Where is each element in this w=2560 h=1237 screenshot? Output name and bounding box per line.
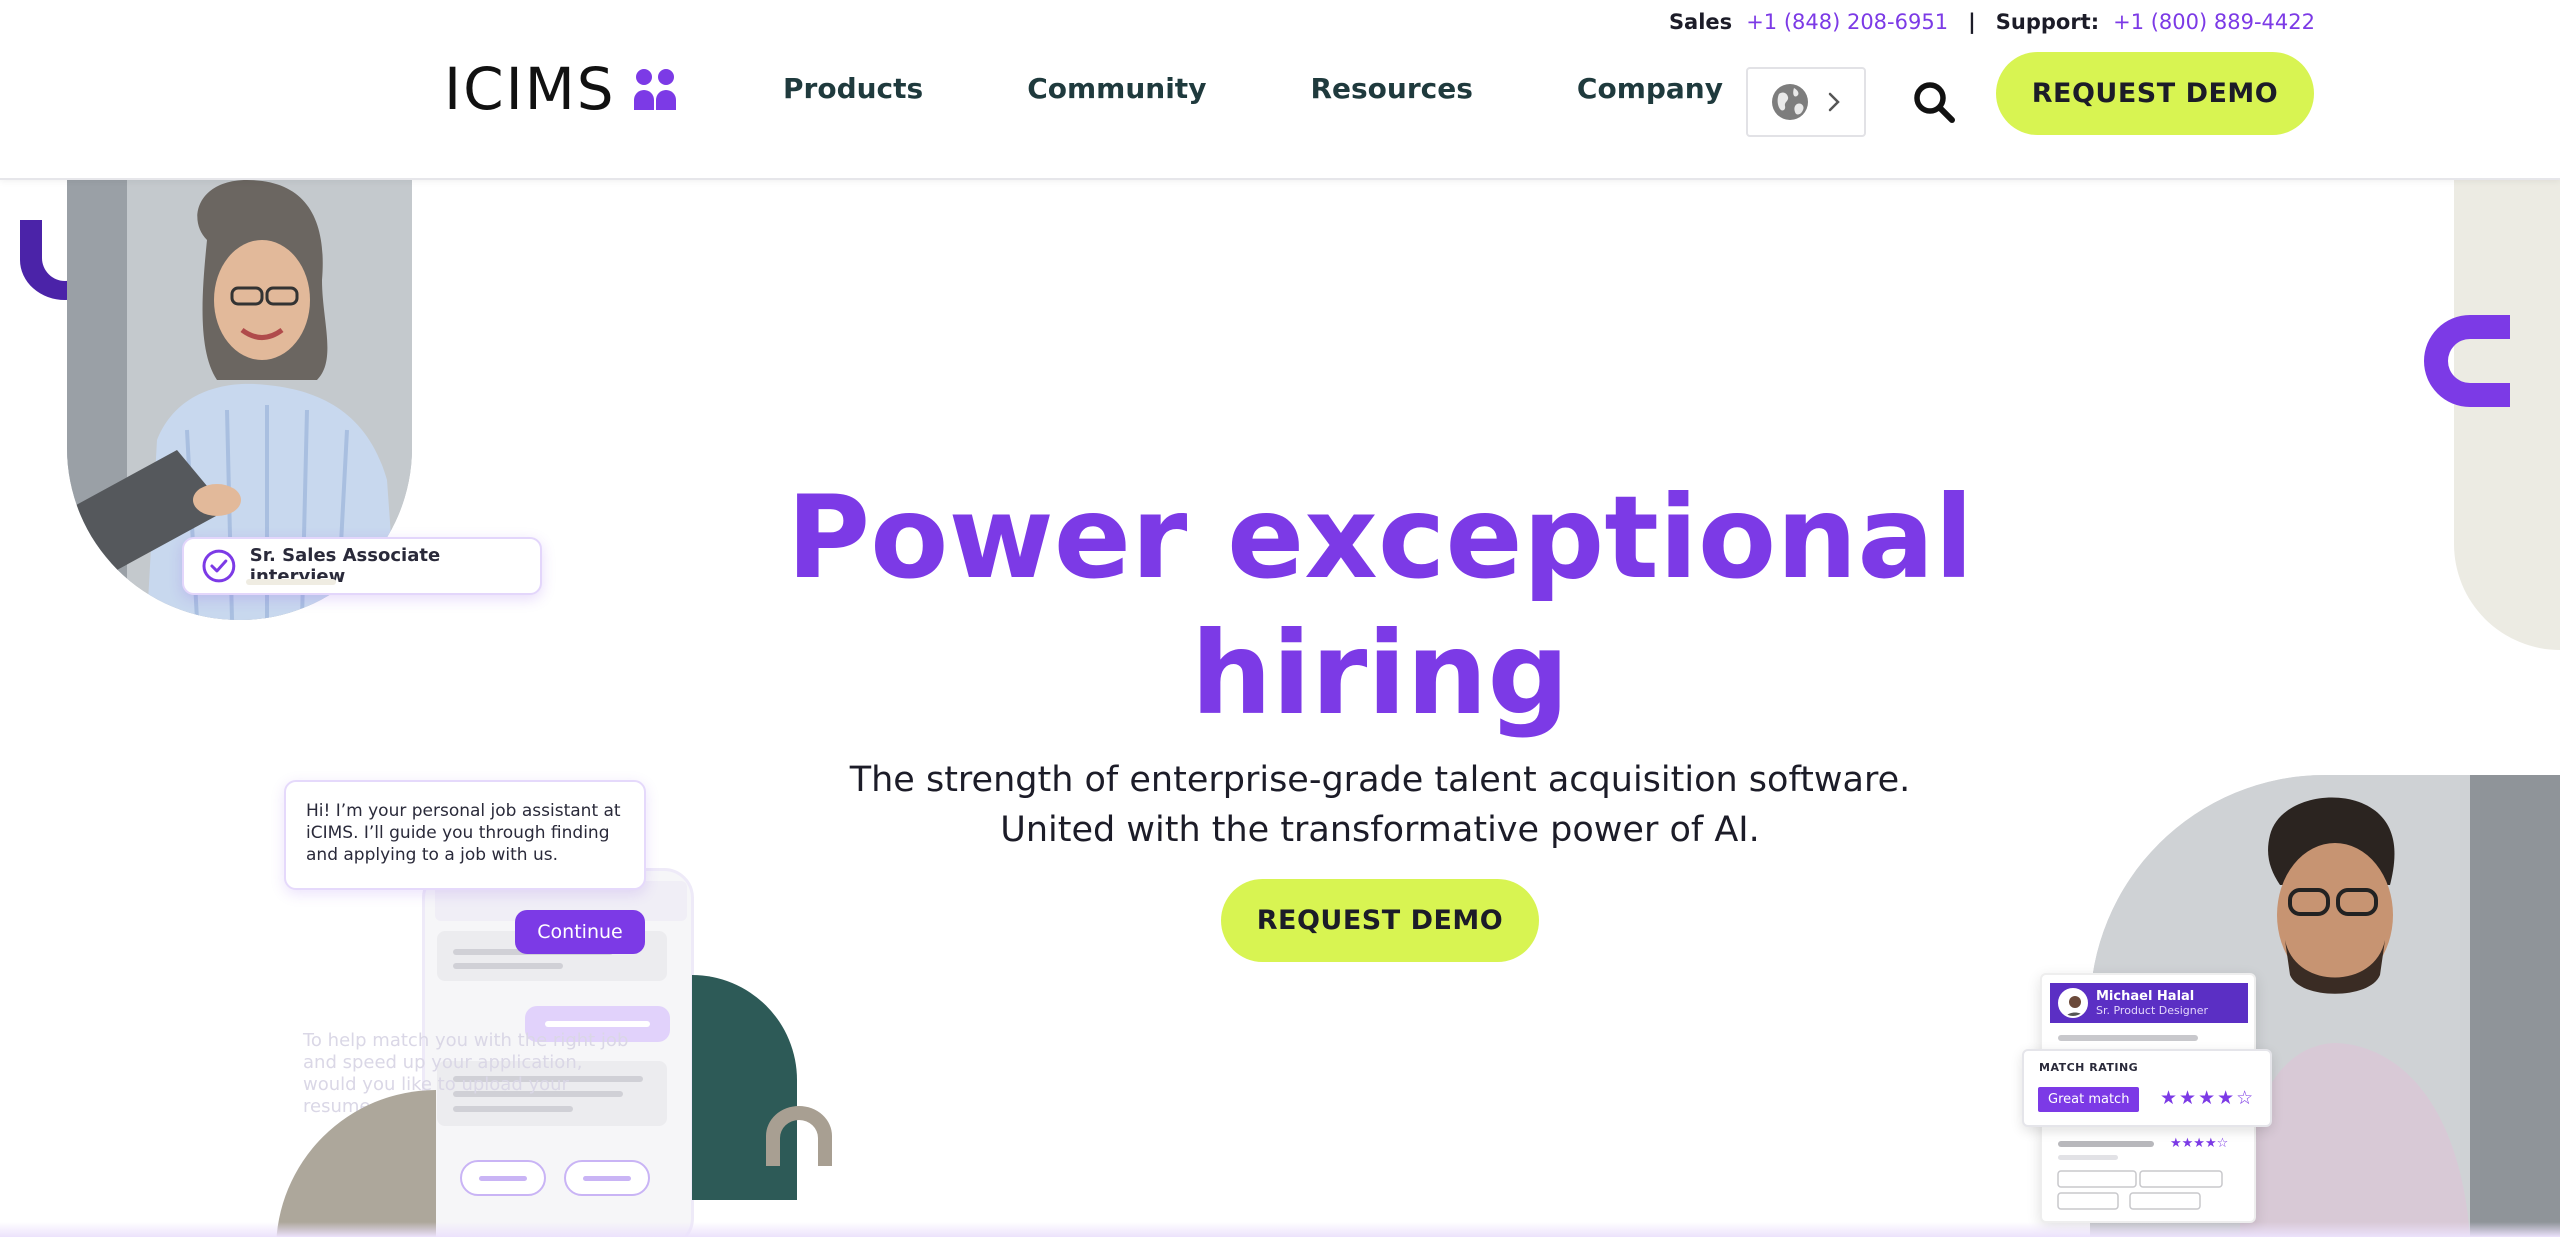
contact-separator: | bbox=[1968, 10, 1976, 34]
hero-title: Power exceptional hiring bbox=[680, 470, 2080, 742]
tan-arch-shape bbox=[276, 1090, 436, 1237]
sales-label: Sales bbox=[1668, 10, 1733, 34]
nav-community[interactable]: Community bbox=[1027, 72, 1206, 105]
request-demo-hero-button[interactable]: REQUEST DEMO bbox=[1221, 879, 1539, 962]
chevron-right-icon bbox=[1828, 92, 1840, 112]
support-label: Support: bbox=[1995, 10, 2100, 34]
beige-rounded-block bbox=[2454, 180, 2560, 650]
match-rating-card: MATCH RATING Great match ★★★★☆ bbox=[2022, 1049, 2272, 1127]
support-phone-link[interactable]: +1 (800) 889-4422 bbox=[2113, 10, 2315, 34]
profile-name: Michael Halal bbox=[2096, 989, 2195, 1004]
faded-chat-message: To help match you with the right job and… bbox=[303, 1030, 629, 1117]
match-stars: ★★★★☆ bbox=[2160, 1087, 2256, 1109]
site-header: Sales +1 (848) 208-6951 | Support: +1 (8… bbox=[0, 0, 2560, 180]
logo-wordmark: ICIMS bbox=[444, 55, 616, 123]
icims-logo[interactable]: ICIMS bbox=[444, 60, 678, 118]
interview-card: Sr. Sales Associate interview bbox=[182, 537, 542, 595]
people-logo-icon bbox=[633, 69, 676, 110]
main-nav: Products Community Resources Company bbox=[783, 72, 1723, 105]
avatar bbox=[2058, 988, 2088, 1018]
request-demo-header-button[interactable]: REQUEST DEMO bbox=[1996, 52, 2314, 135]
hero-subtitle: The strength of enterprise-grade talent … bbox=[680, 755, 2080, 855]
hero-title-line1: Power exceptional bbox=[786, 471, 1974, 604]
chat-assistant-bubble: Hi! I’m your personal job assistant at i… bbox=[284, 780, 646, 890]
hero-title-line2: hiring bbox=[1190, 607, 1570, 740]
sales-phone-link[interactable]: +1 (848) 208-6951 bbox=[1746, 10, 1948, 34]
profile-role: Sr. Product Designer bbox=[2096, 1004, 2209, 1017]
check-circle-icon bbox=[202, 549, 236, 583]
language-selector[interactable] bbox=[1746, 67, 1866, 137]
interview-card-bar bbox=[246, 579, 336, 585]
teal-arch-shape bbox=[692, 975, 797, 1200]
globe-icon bbox=[1772, 84, 1808, 120]
c-letter-shape bbox=[2424, 315, 2510, 407]
continue-button[interactable]: Continue bbox=[515, 910, 645, 954]
svg-text:★★★★☆: ★★★★☆ bbox=[2170, 1136, 2228, 1151]
tan-n-shape bbox=[766, 1106, 832, 1166]
hero-subtitle-line1: The strength of enterprise-grade talent … bbox=[849, 760, 1911, 800]
contact-bar: Sales +1 (848) 208-6951 | Support: +1 (8… bbox=[1669, 10, 2315, 34]
match-rating-label: MATCH RATING bbox=[2039, 1061, 2139, 1074]
nav-resources[interactable]: Resources bbox=[1310, 72, 1472, 105]
nav-products[interactable]: Products bbox=[783, 72, 923, 105]
nav-company[interactable]: Company bbox=[1577, 72, 1723, 105]
profile-header: Michael Halal Sr. Product Designer bbox=[2050, 983, 2248, 1023]
search-icon[interactable] bbox=[1912, 80, 1956, 124]
bottom-glow bbox=[0, 1222, 2560, 1237]
great-match-badge: Great match bbox=[2038, 1087, 2140, 1112]
hero-subtitle-line2: United with the transformative power of … bbox=[1000, 810, 1760, 850]
